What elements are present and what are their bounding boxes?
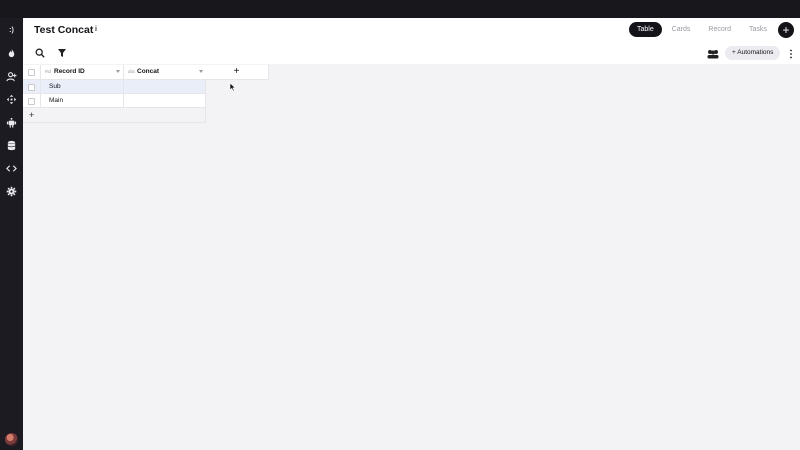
automations-button[interactable]: + Automations: [725, 46, 781, 60]
view-switcher: Table Cards Record Tasks: [629, 22, 775, 38]
cell-record-id[interactable]: Sub: [41, 80, 124, 94]
id-type-icon: #id: [45, 69, 52, 74]
add-button[interactable]: +: [778, 22, 794, 38]
row-select-cell: [23, 80, 41, 94]
row-checkbox[interactable]: [28, 98, 35, 105]
text-type-icon: abc: [128, 69, 136, 74]
add-column-button[interactable]: +: [205, 65, 269, 80]
column-header-concat[interactable]: abc Concat: [124, 65, 206, 80]
info-icon[interactable]: i: [93, 26, 99, 34]
group-icon[interactable]: [706, 47, 720, 59]
table-header-row: #id Record ID abc Concat: [23, 65, 206, 80]
search-icon[interactable]: [35, 48, 45, 58]
row-select-cell: [23, 94, 41, 108]
tab-table[interactable]: Table: [629, 22, 662, 37]
page-header: Test Concat i Table Cards Record Tasks +: [23, 18, 800, 42]
more-options-icon[interactable]: [788, 47, 794, 59]
table-row[interactable]: Sub: [23, 80, 206, 94]
chevron-down-icon[interactable]: [116, 70, 120, 73]
table-row[interactable]: Main: [23, 94, 206, 108]
gear-icon[interactable]: [4, 184, 19, 199]
row-checkbox[interactable]: [28, 84, 35, 91]
fire-icon[interactable]: [4, 46, 19, 61]
cell-concat[interactable]: [124, 80, 206, 94]
toolbar: + Automations: [23, 42, 800, 64]
user-add-icon[interactable]: [4, 69, 19, 84]
main-panel: Test Concat i Table Cards Record Tasks +…: [23, 18, 800, 450]
column-label: Record ID: [54, 68, 85, 75]
sidebar: :): [0, 18, 23, 450]
mouse-cursor-icon: [229, 79, 237, 92]
move-icon[interactable]: [4, 92, 19, 107]
avatar[interactable]: [5, 433, 18, 446]
add-row[interactable]: +: [23, 108, 206, 123]
filter-icon[interactable]: [57, 48, 67, 58]
app-logo[interactable]: :): [4, 23, 19, 38]
chevron-down-icon[interactable]: [199, 70, 203, 73]
code-icon[interactable]: [4, 161, 19, 176]
database-icon[interactable]: [4, 138, 19, 153]
select-all-checkbox[interactable]: [28, 69, 35, 76]
select-all-cell: [23, 65, 41, 80]
column-header-record-id[interactable]: #id Record ID: [41, 65, 124, 80]
robot-icon[interactable]: [4, 115, 19, 130]
page-title: Test Concat: [34, 24, 94, 36]
column-label: Concat: [137, 68, 160, 75]
tab-record[interactable]: Record: [700, 22, 739, 37]
cell-record-id[interactable]: Main: [41, 94, 124, 108]
add-row-button[interactable]: +: [29, 108, 34, 122]
cell-concat[interactable]: [124, 94, 206, 108]
window-top-bar: [0, 0, 800, 18]
tab-tasks[interactable]: Tasks: [741, 22, 775, 37]
tab-cards[interactable]: Cards: [664, 22, 699, 37]
